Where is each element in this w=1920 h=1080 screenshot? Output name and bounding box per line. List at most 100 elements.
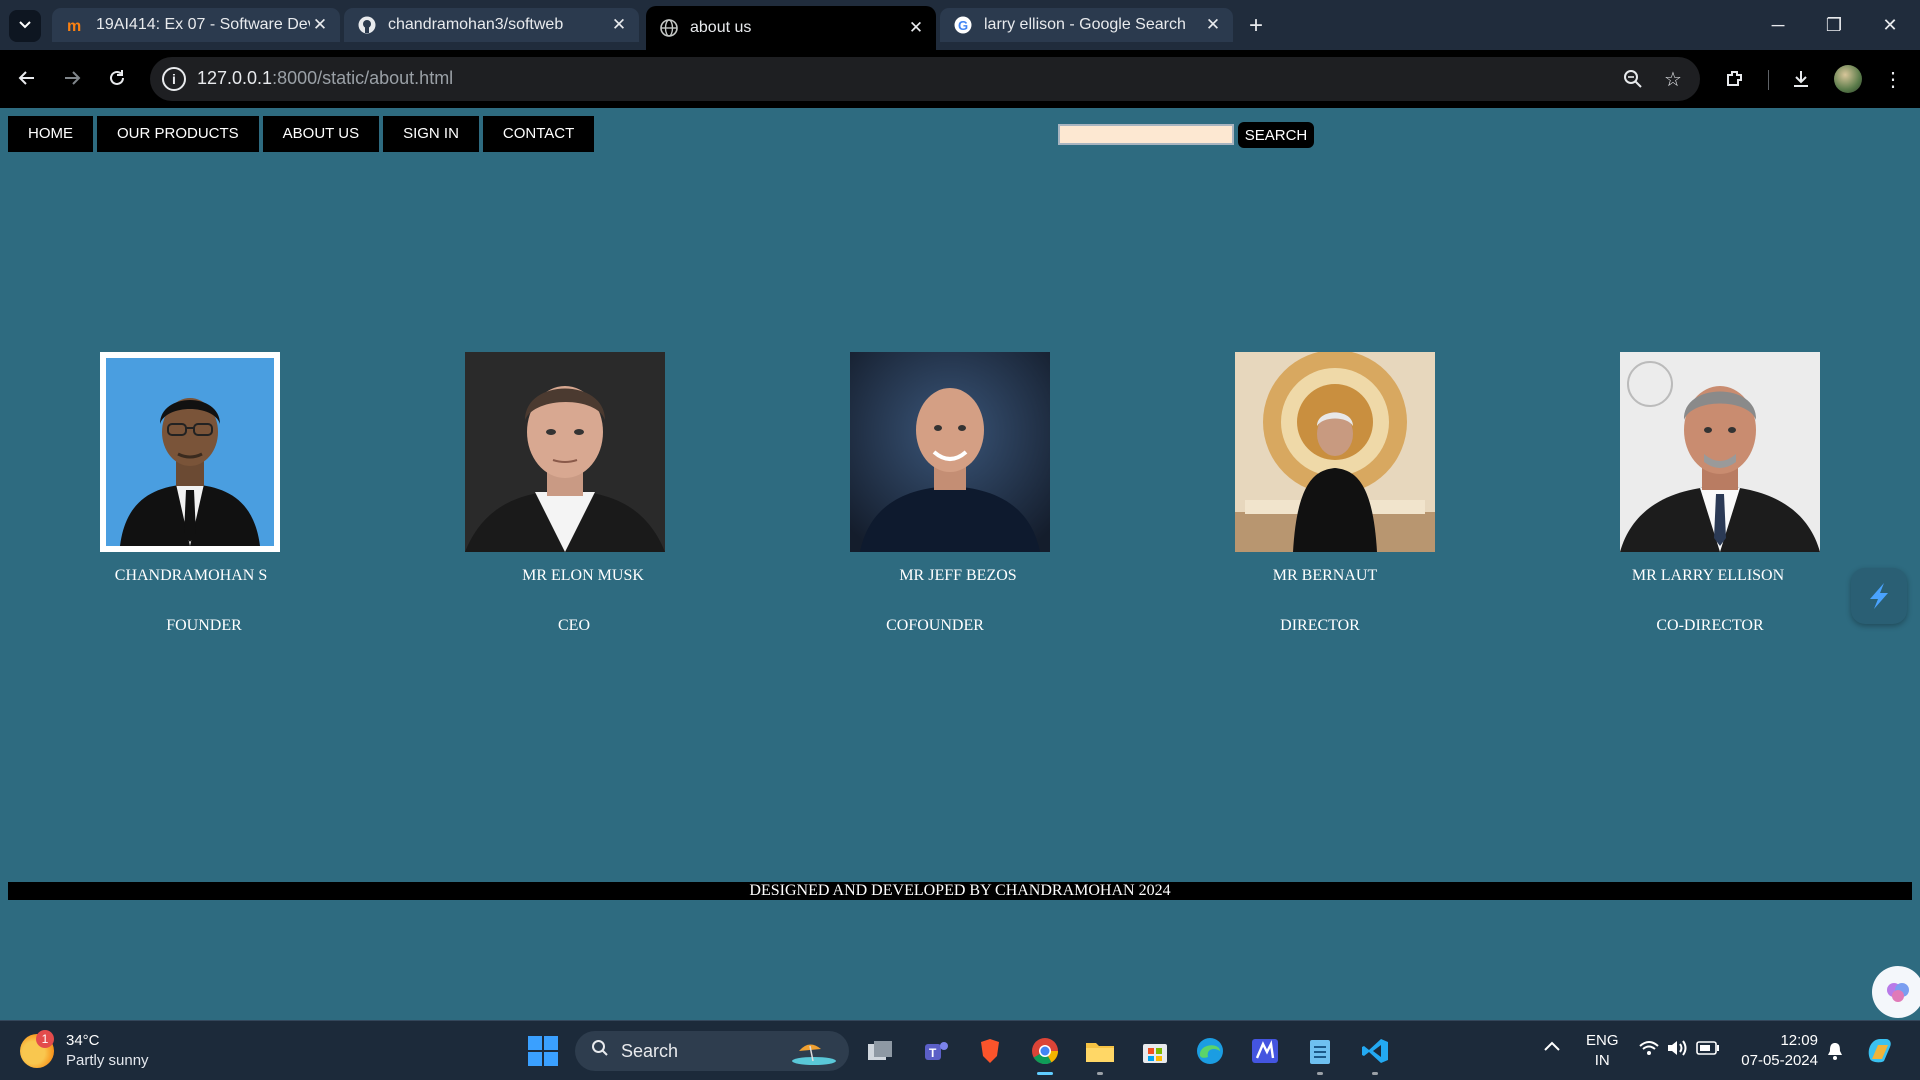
teams-icon[interactable]: T [918, 1033, 954, 1069]
reload-button[interactable] [99, 60, 135, 96]
weather-description: Partly sunny [66, 1052, 149, 1069]
svg-text:T: T [929, 1046, 937, 1060]
tray-overflow-chevron-icon[interactable] [1543, 1039, 1561, 1057]
page-footer: DESIGNED AND DEVELOPED BY CHANDRAMOHAN 2… [8, 882, 1912, 900]
page-viewport: HOME OUR PRODUCTS ABOUT US SIGN IN CONTA… [0, 108, 1920, 1020]
bernaut-photo [1235, 352, 1435, 552]
notification-badge: 1 [36, 1030, 54, 1048]
taskbar-clock[interactable]: 12:09 07-05-2024 [1738, 1031, 1818, 1071]
browser-tab-bar: m 19AI414: Ex 07 - Software Devel ✕ chan… [0, 0, 1920, 50]
search-button[interactable]: SEARCH [1238, 122, 1314, 148]
tab-title: chandramohan3/softweb [388, 16, 564, 33]
start-button[interactable] [528, 1036, 558, 1066]
battery-icon[interactable] [1696, 1041, 1720, 1059]
arrow-left-icon [18, 71, 34, 85]
microsoft-store-icon[interactable] [1137, 1033, 1173, 1069]
address-bar[interactable]: i 127.0.0.1:8000/static/about.html ☆ [150, 57, 1700, 101]
assistant-launcher-button[interactable] [1851, 568, 1907, 624]
tab-title: about us [690, 19, 752, 36]
back-button[interactable] [9, 60, 45, 96]
reload-icon [110, 70, 124, 85]
close-icon[interactable]: ✕ [310, 15, 330, 35]
main-nav: HOME OUR PRODUCTS ABOUT US SIGN IN CONTA… [8, 116, 598, 152]
close-window-button[interactable]: ✕ [1862, 0, 1918, 50]
lightning-icon [1870, 583, 1888, 609]
search-input[interactable] [1058, 124, 1234, 145]
wifi-icon[interactable] [1638, 1039, 1660, 1061]
extensions-icon[interactable] [1720, 64, 1750, 94]
ai-app-icon[interactable] [1247, 1033, 1283, 1069]
team-member-name: MR BERNAUT [1272, 567, 1378, 584]
toolbar-divider [1768, 70, 1769, 90]
copilot-icon[interactable] [1864, 1035, 1894, 1069]
task-view-icon[interactable] [862, 1033, 898, 1069]
team-member-role: CO-DIRECTOR [1656, 617, 1764, 634]
profile-avatar[interactable] [1834, 65, 1862, 93]
zoom-icon[interactable] [1620, 66, 1646, 92]
tab-moodle[interactable]: m 19AI414: Ex 07 - Software Devel ✕ [52, 8, 340, 42]
url-text[interactable]: 127.0.0.1:8000/static/about.html [197, 68, 453, 89]
svg-text:m: m [67, 18, 81, 34]
weather-widget[interactable]: 1 34°C Partly sunny [20, 1030, 149, 1071]
notification-bell-icon[interactable] [1826, 1041, 1844, 1065]
close-icon[interactable]: ✕ [906, 18, 926, 38]
taskbar-search-label: Search [621, 1040, 679, 1061]
close-icon[interactable]: ✕ [1203, 15, 1223, 35]
edge-icon[interactable] [1192, 1033, 1228, 1069]
weather-sun-icon: 1 [20, 1030, 54, 1068]
volume-icon[interactable] [1666, 1039, 1688, 1061]
info-icon[interactable]: i [162, 67, 186, 91]
new-tab-button[interactable]: + [1242, 12, 1270, 40]
team-member-role: FOUNDER [166, 617, 242, 634]
taskbar-search[interactable]: Search [575, 1031, 849, 1071]
nav-about-us[interactable]: ABOUT US [262, 116, 380, 152]
bookmark-star-icon[interactable]: ☆ [1660, 66, 1686, 92]
close-icon[interactable]: ✕ [609, 15, 629, 35]
browser-toolbar: i 127.0.0.1:8000/static/about.html ☆ ⋮ [0, 50, 1920, 108]
tab-github[interactable]: chandramohan3/softweb ✕ [344, 8, 639, 42]
tab-about-us[interactable]: about us ✕ [646, 6, 936, 50]
restore-button[interactable]: ❐ [1806, 0, 1862, 50]
search-icon [591, 1039, 609, 1063]
elon-musk-photo [465, 352, 665, 552]
vscode-icon[interactable] [1357, 1033, 1393, 1075]
tab-title: larry ellison - Google Search [984, 16, 1186, 33]
github-icon [358, 16, 376, 34]
download-icon[interactable] [1786, 64, 1816, 94]
tab-search-button[interactable] [9, 10, 41, 42]
tab-google-search[interactable]: G larry ellison - Google Search ✕ [940, 8, 1233, 42]
founder-photo [100, 352, 280, 552]
jeff-bezos-photo [850, 352, 1050, 552]
tab-title: 19AI414: Ex 07 - Software Devel [96, 16, 310, 33]
team-member-role: CEO [558, 617, 590, 634]
file-explorer-icon[interactable] [1082, 1033, 1118, 1075]
team-member-name: MR JEFF BEZOS [899, 567, 1017, 584]
chevron-down-icon [18, 17, 32, 36]
brain-extension-button[interactable] [1872, 966, 1920, 1018]
forward-button[interactable] [54, 60, 90, 96]
team-member-name: CHANDRAMOHAN S [114, 567, 268, 584]
windows-taskbar: 1 34°C Partly sunny Search T ENG IN 12:0… [0, 1020, 1920, 1080]
nav-sign-in[interactable]: SIGN IN [383, 116, 479, 152]
minimize-button[interactable]: ─ [1750, 0, 1806, 50]
brain-icon [1887, 983, 1909, 1002]
team-member-role: DIRECTOR [1280, 617, 1360, 634]
nav-our-products[interactable]: OUR PRODUCTS [97, 116, 259, 152]
nav-contact[interactable]: CONTACT [482, 116, 595, 152]
team-member-name: MR ELON MUSK [522, 567, 644, 584]
arrow-right-icon [65, 71, 81, 85]
brave-browser-icon[interactable] [972, 1033, 1008, 1069]
nav-home[interactable]: HOME [8, 116, 93, 152]
weather-temperature: 34°C [66, 1032, 100, 1049]
more-menu-icon[interactable]: ⋮ [1878, 64, 1908, 94]
globe-icon [660, 19, 678, 37]
svg-text:G: G [958, 18, 968, 33]
chrome-icon[interactable] [1027, 1033, 1063, 1075]
larry-ellison-photo [1620, 352, 1820, 552]
google-icon: G [954, 16, 972, 34]
team-member-name: MR LARRY ELLISON [1631, 567, 1785, 584]
notepad-icon[interactable] [1302, 1033, 1338, 1075]
language-indicator[interactable]: ENG IN [1586, 1031, 1619, 1071]
team-member-role: COFOUNDER [886, 617, 984, 634]
moodle-icon: m [66, 16, 84, 34]
